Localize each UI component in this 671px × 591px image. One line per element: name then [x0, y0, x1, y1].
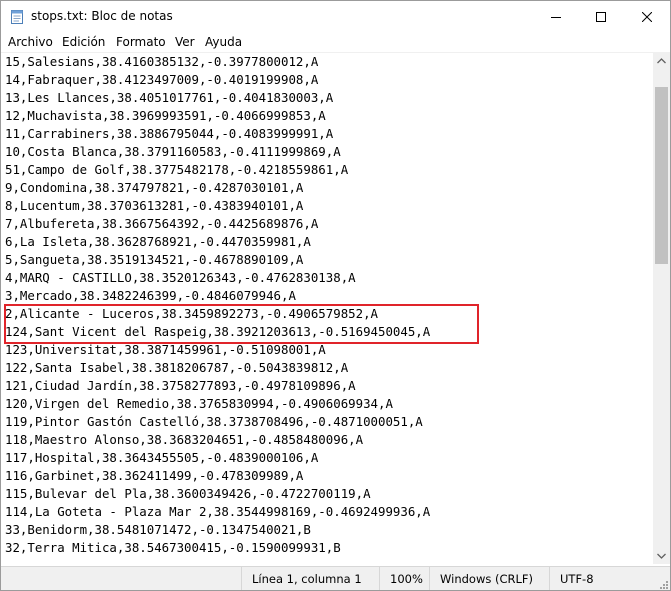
text-line: 116,Garbinet,38.362411499,-0.478309989,A: [5, 468, 304, 483]
line-endings: Windows (CRLF): [429, 567, 549, 590]
text-line: 32,Terra Mitica,38.5467300415,-0.1590099…: [5, 540, 341, 555]
text-line: 118,Maestro Alonso,38.3683204651,-0.4858…: [5, 432, 364, 447]
encoding: UTF-8: [549, 567, 670, 590]
notepad-icon: [11, 10, 23, 24]
vertical-scrollbar[interactable]: [653, 52, 670, 564]
maximize-button[interactable]: [578, 1, 623, 32]
text-line: 10,Costa Blanca,38.3791160583,-0.4111999…: [5, 144, 341, 159]
minimize-button[interactable]: [533, 1, 578, 32]
notepad-window: stops.txt: Bloc de notas Archivo Edición…: [0, 0, 671, 591]
menu-ayuda[interactable]: Ayuda: [205, 35, 242, 49]
menu-archivo[interactable]: Archivo: [8, 35, 53, 49]
text-line: 9,Condomina,38.374797821,-0.4287030101,A: [5, 180, 304, 195]
text-line: 114,La Goteta - Plaza Mar 2,38.354499816…: [5, 504, 431, 519]
text-line: 6,La Isleta,38.3628768921,-0.4470359981,…: [5, 234, 311, 249]
text-line: 7,Albufereta,38.3667564392,-0.4425689876…: [5, 216, 319, 231]
text-line: 8,Lucentum,38.3703613281,-0.4383940101,A: [5, 198, 304, 213]
maximize-icon: [595, 11, 606, 22]
text-line: 33,Benidorm,38.5481071472,-0.1347540021,…: [5, 522, 311, 537]
scroll-thumb[interactable]: [655, 87, 668, 264]
menu-bar: Archivo Edición Formato Ver Ayuda: [1, 32, 670, 52]
text-line: 123,Universitat,38.3871459961,-0.5109800…: [5, 342, 326, 357]
status-bar: Línea 1, columna 1 100% Windows (CRLF) U…: [1, 566, 670, 590]
scroll-up-button[interactable]: [653, 52, 670, 69]
minimize-icon: [550, 16, 561, 18]
text-line: 13,Les Llances,38.4051017761,-0.40418300…: [5, 90, 334, 105]
text-line-highlighted: 124,Sant Vicent del Raspeig,38.392120361…: [5, 324, 431, 339]
title-bar[interactable]: stops.txt: Bloc de notas: [1, 1, 670, 32]
text-line: 51,Campo de Golf,38.3775482178,-0.421855…: [5, 162, 349, 177]
text-line: 15,Salesians,38.4160385132,-0.3977800012…: [5, 54, 319, 69]
menu-edicion[interactable]: Edición: [62, 35, 105, 49]
menu-formato[interactable]: Formato: [116, 35, 166, 49]
cursor-position: Línea 1, columna 1: [241, 567, 379, 590]
window-title: stops.txt: Bloc de notas: [31, 9, 173, 23]
text-line: 122,Santa Isabel,38.3818206787,-0.504383…: [5, 360, 349, 375]
text-line: 4,MARQ - CASTILLO,38.3520126343,-0.47628…: [5, 270, 356, 285]
text-line: 119,Pintor Gastón Castelló,38.3738708496…: [5, 414, 423, 429]
chevron-down-icon: [657, 553, 666, 559]
text-line: 115,Bulevar del Pla,38.3600349426,-0.472…: [5, 486, 371, 501]
text-line: 11,Carrabiners,38.3886795044,-0.40839999…: [5, 126, 334, 141]
zoom-level: 100%: [379, 567, 429, 590]
text-line: 120,Virgen del Remedio,38.3765830994,-0.…: [5, 396, 393, 411]
resize-grip-icon[interactable]: [658, 579, 668, 589]
scroll-down-button[interactable]: [653, 547, 670, 564]
text-line: 117,Hospital,38.3643455505,-0.4839000106…: [5, 450, 319, 465]
close-icon: [641, 11, 652, 22]
text-line: 5,Sangueta,38.3519134521,-0.4678890109,A: [5, 252, 304, 267]
close-button[interactable]: [624, 1, 669, 32]
menu-ver[interactable]: Ver: [175, 35, 195, 49]
text-line-highlighted: 2,Alicante - Luceros,38.3459892273,-0.49…: [5, 306, 378, 321]
text-line: 14,Fabraquer,38.4123497009,-0.4019199908…: [5, 72, 319, 87]
chevron-up-icon: [657, 57, 666, 63]
text-line: 12,Muchavista,38.3969993591,-0.406699985…: [5, 108, 326, 123]
text-line: 3,Mercado,38.3482246399,-0.4846079946,A: [5, 288, 296, 303]
text-line: 121,Ciudad Jardín,38.3758277893,-0.49781…: [5, 378, 356, 393]
text-editor[interactable]: 15,Salesians,38.4160385132,-0.3977800012…: [1, 52, 653, 565]
